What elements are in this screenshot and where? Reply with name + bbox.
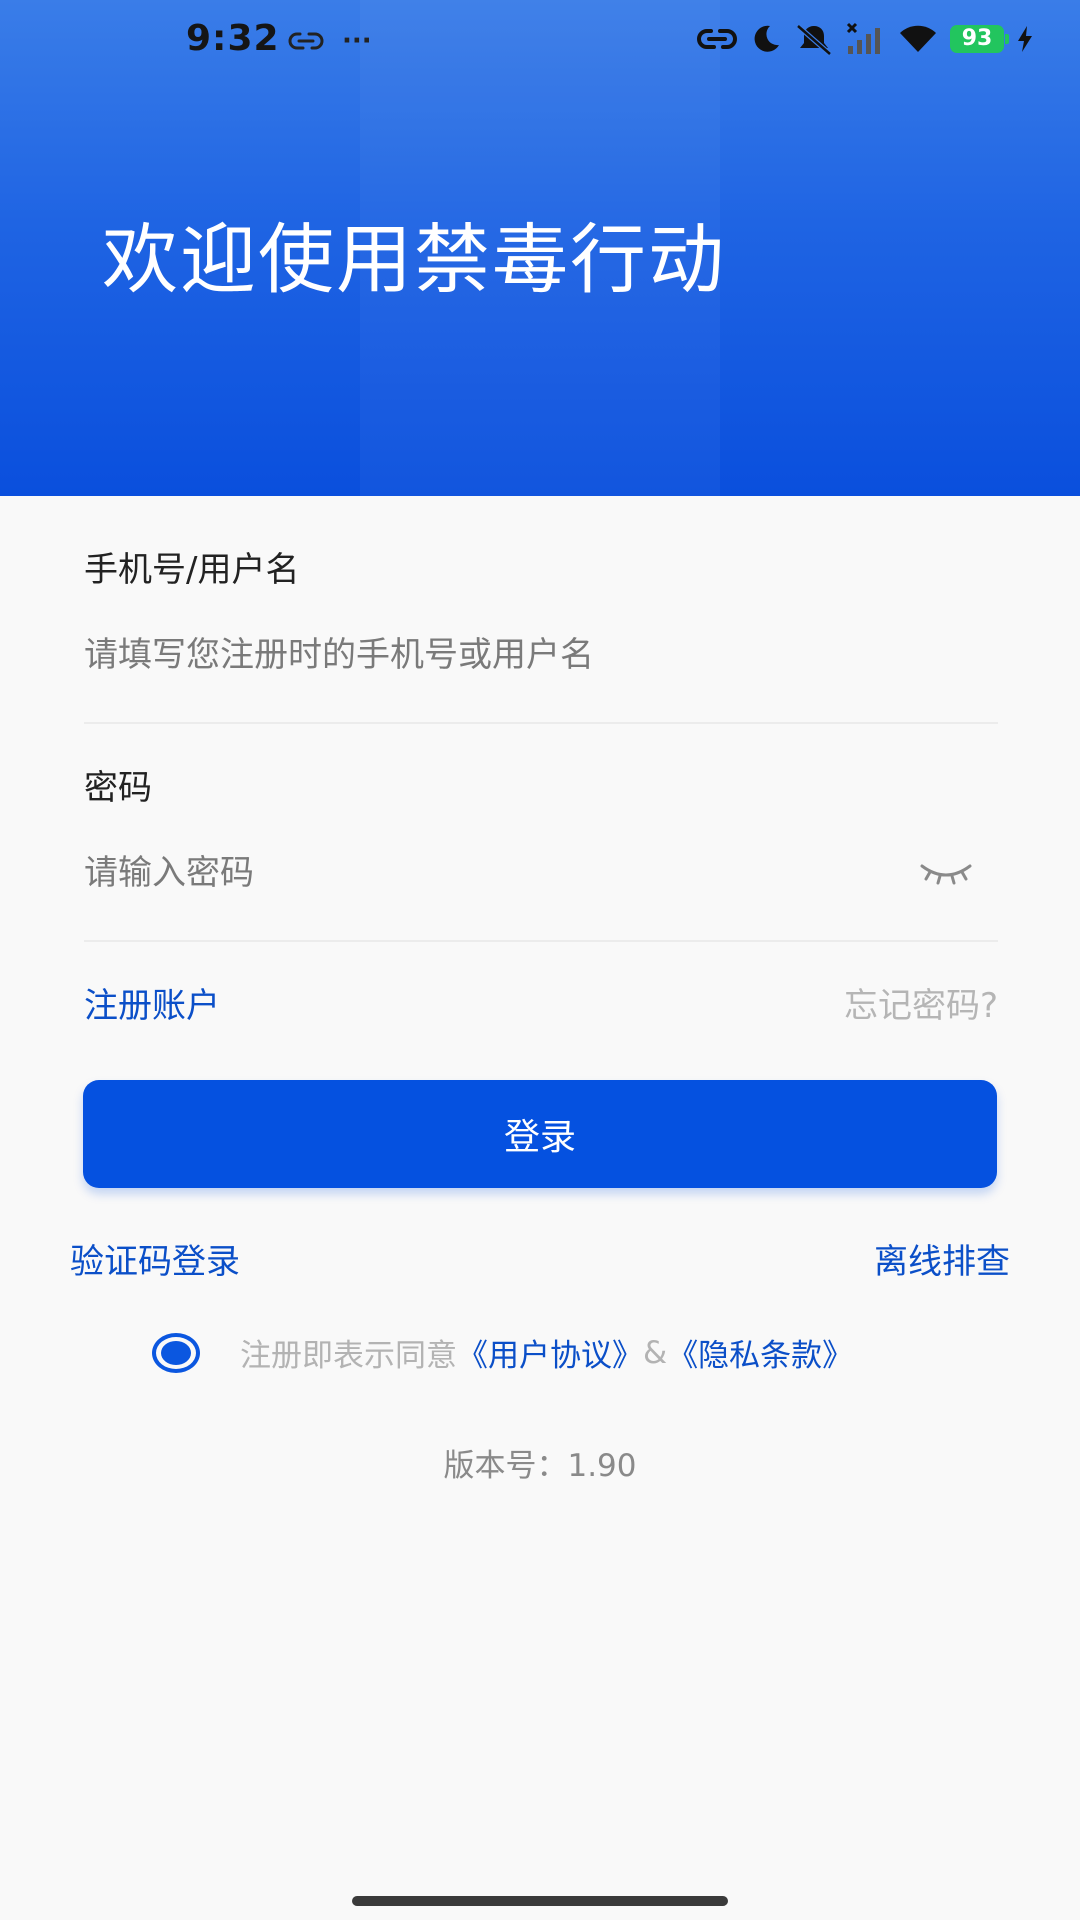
more-notifications-icon: ··· (342, 26, 372, 56)
wifi-icon (900, 25, 936, 52)
agree-radio[interactable] (152, 1332, 200, 1373)
link-icon (697, 29, 737, 49)
agreement-row: 注册即表示同意 《用户协议》 & 《隐私条款》 (152, 1330, 853, 1375)
home-indicator[interactable] (352, 1896, 728, 1906)
forgot-password-link[interactable]: 忘记密码? (844, 978, 998, 1027)
page-title: 欢迎使用禁毒行动 (102, 215, 726, 304)
header-banner: 9:32 ··· 93 欢迎使用禁毒行动 (0, 0, 1080, 496)
battery-indicator: 93 (950, 25, 1009, 53)
privacy-policy-link[interactable]: 《隐私条款》 (667, 1330, 853, 1375)
register-account-link[interactable]: 注册账户 (84, 978, 220, 1027)
charging-bolt-icon (1018, 26, 1032, 52)
agreement-amp: & (643, 1334, 668, 1371)
agreement-prefix: 注册即表示同意 (240, 1338, 457, 1374)
password-divider (84, 940, 998, 942)
username-divider (84, 722, 998, 724)
status-time: 9:32 (186, 18, 280, 59)
status-bar: 9:32 ··· 93 (0, 0, 1080, 86)
agree-radio-dot (161, 1340, 191, 1365)
eye-closed-icon[interactable] (918, 858, 974, 888)
password-input[interactable] (84, 838, 884, 908)
version-text: 版本号：1.90 (443, 1448, 637, 1484)
code-login-link[interactable]: 验证码登录 (70, 1234, 240, 1283)
signal-no-service-icon (846, 22, 880, 54)
user-agreement-link[interactable]: 《用户协议》 (457, 1330, 643, 1375)
link-icon (288, 32, 324, 50)
offline-check-link[interactable]: 离线排查 (874, 1234, 1010, 1283)
mute-bell-icon (796, 24, 832, 56)
do-not-disturb-moon-icon (754, 25, 779, 52)
login-button[interactable]: 登录 (83, 1080, 997, 1188)
username-label: 手机号/用户名 (84, 550, 300, 590)
username-input[interactable] (84, 620, 904, 690)
password-label: 密码 (84, 768, 152, 808)
